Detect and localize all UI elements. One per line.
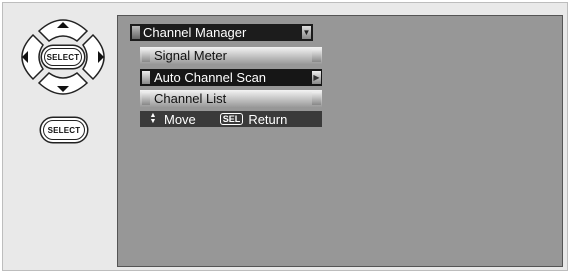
- menu-item-label: Signal Meter: [154, 48, 227, 63]
- page-frame: SELECT SELECT Channel Manager ▼ Signal M…: [2, 2, 568, 271]
- title-tab-icon: [132, 26, 140, 39]
- tv-screen: Channel Manager ▼ Signal Meter Auto Chan…: [117, 15, 563, 267]
- dpad-up-button[interactable]: [41, 15, 85, 37]
- help-move-label: Move: [164, 111, 196, 127]
- menu-item-signal-meter[interactable]: Signal Meter: [140, 47, 322, 64]
- menu-item-label: Channel List: [154, 91, 227, 106]
- menu-item-auto-channel-scan[interactable]: Auto Channel Scan ▶: [140, 69, 322, 86]
- chevron-down-icon: ▼: [302, 26, 311, 39]
- item-end-icon: [312, 92, 321, 105]
- menu-title-bar: Channel Manager ▼: [130, 24, 313, 41]
- chevron-right-icon: ▶: [312, 71, 321, 84]
- select-button[interactable]: SELECT: [43, 120, 85, 140]
- dpad-right-button[interactable]: [87, 35, 109, 79]
- menu-item-channel-list[interactable]: Channel List: [140, 90, 322, 107]
- item-end-icon: [312, 49, 321, 62]
- menu-title: Channel Manager: [143, 25, 247, 40]
- menu-item-label: Auto Channel Scan: [154, 70, 267, 85]
- dpad-left-button[interactable]: [17, 35, 39, 79]
- help-return-label: Return: [248, 111, 288, 127]
- remote-dpad: SELECT: [15, 15, 111, 99]
- item-tab-icon: [142, 49, 150, 62]
- dpad-down-button[interactable]: [41, 77, 85, 99]
- sel-key-icon: SEL: [219, 113, 244, 125]
- help-bar: ▲ ▼ Move SEL Return: [140, 111, 322, 127]
- item-tab-icon: [142, 92, 150, 105]
- up-down-arrows-icon: ▲ ▼: [149, 112, 157, 125]
- dpad-select-button[interactable]: SELECT: [44, 48, 82, 66]
- item-tab-icon: [142, 71, 150, 84]
